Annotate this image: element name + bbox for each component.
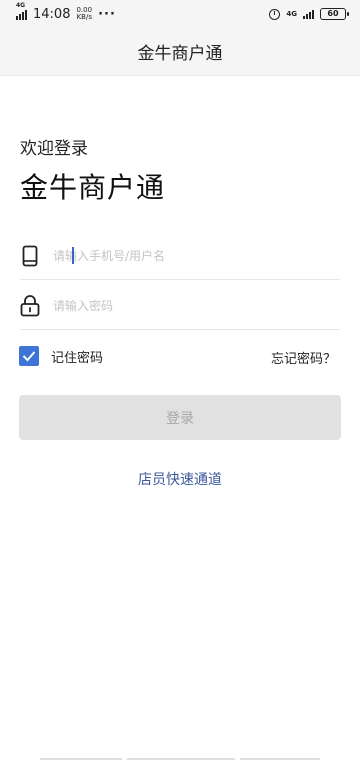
staff-quick-access-link[interactable]: 店员快速通道: [0, 469, 360, 489]
status-bar: 4G 14:08 0.00 KB/s ··· 4G 60: [0, 0, 360, 28]
signal-strength-icon: [303, 9, 314, 19]
padlock-icon: [20, 294, 40, 318]
brand-title: 金牛商户通: [20, 171, 166, 204]
signal-icon: 4G: [16, 2, 27, 20]
text-cursor: [72, 247, 74, 264]
remember-password[interactable]: 记住密码: [19, 346, 103, 366]
clock: 14:08: [33, 6, 71, 22]
network-speed: 0.00 KB/s: [76, 7, 92, 21]
remember-checkbox[interactable]: [19, 346, 39, 366]
network-type-right: 4G: [286, 10, 297, 18]
password-field-row[interactable]: [20, 282, 340, 330]
phone-field-row[interactable]: [20, 232, 340, 280]
alarm-icon: [269, 8, 281, 20]
welcome-text: 欢迎登录: [20, 139, 88, 159]
more-notifications-icon: ···: [98, 6, 116, 22]
remember-label: 记住密码: [51, 350, 104, 366]
forgot-password-link[interactable]: 忘记密码？: [271, 348, 336, 367]
status-bar-left: 4G 14:08 0.00 KB/s ···: [16, 2, 116, 22]
page-title: 金牛商户通: [137, 44, 223, 64]
status-bar-right: 4G 60: [269, 8, 349, 20]
phone-input[interactable]: [53, 248, 313, 263]
mobile-phone-icon: [20, 244, 40, 268]
header: 金牛商户通: [0, 28, 360, 76]
battery-icon: 60: [320, 8, 349, 20]
network-type-label: 4G: [16, 2, 26, 9]
password-input[interactable]: [53, 298, 313, 313]
login-button[interactable]: 登录: [19, 395, 341, 440]
checkmark-icon: [22, 351, 36, 362]
network-speed-unit: KB/s: [76, 13, 92, 21]
